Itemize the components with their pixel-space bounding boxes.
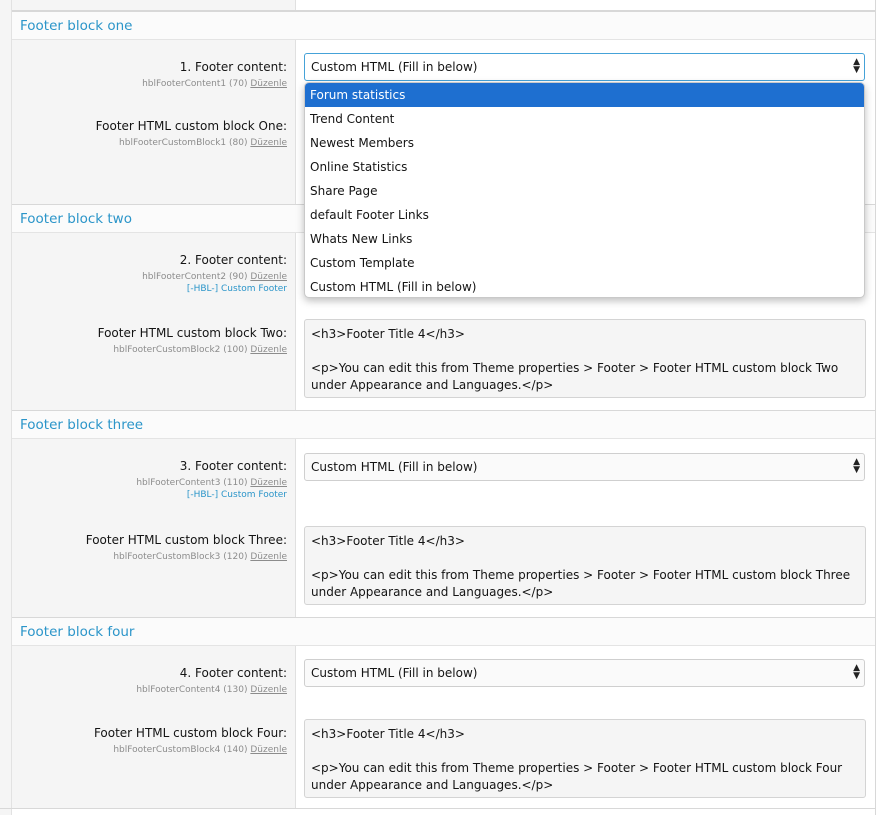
edit-link[interactable]: Düzenle bbox=[250, 552, 287, 562]
edit-link[interactable]: Düzenle bbox=[250, 138, 287, 148]
field-label: Footer HTML custom block One: bbox=[95, 119, 287, 133]
variable-name: hblFooterContent2 (90) Düzenle bbox=[142, 272, 287, 282]
footer-custom-1-label: Footer HTML custom block One: hblFooterC… bbox=[12, 119, 295, 149]
footer-content-1-label: 1. Footer content: hblFooterContent1 (70… bbox=[12, 60, 295, 90]
footer-content-4-select[interactable]: Custom HTML (Fill in below) ▲ ▼ bbox=[304, 659, 865, 687]
variable-name: hblFooterContent3 (110) Düzenle bbox=[136, 478, 287, 488]
block-header-three: Footer block three bbox=[12, 410, 875, 439]
edit-link[interactable]: Düzenle bbox=[250, 79, 287, 89]
block-header-one: Footer block one bbox=[12, 11, 875, 40]
variable-name: hblFooterCustomBlock1 (80) Düzenle bbox=[119, 138, 287, 148]
variable-name: hblFooterCustomBlock4 (140) Düzenle bbox=[113, 745, 287, 755]
select-arrows-icon: ▲ ▼ bbox=[853, 457, 860, 475]
footer-custom-4-label: Footer HTML custom block Four: hblFooter… bbox=[12, 726, 295, 756]
variable-name: hblFooterContent4 (130) Düzenle bbox=[136, 685, 287, 695]
template-link[interactable]: [-HBL-] Custom Footer bbox=[12, 489, 287, 501]
dropdown-option[interactable]: Whats New Links bbox=[305, 227, 864, 251]
select-arrows-icon: ▲ ▼ bbox=[853, 663, 860, 681]
select-arrows-icon: ▲ ▼ bbox=[853, 57, 860, 75]
footer-content-2-label: 2. Footer content: hblFooterContent2 (90… bbox=[12, 253, 295, 295]
block-title: Footer block four bbox=[20, 624, 135, 640]
block-body-four: 4. Footer content: hblFooterContent4 (13… bbox=[12, 646, 875, 808]
select-value: Custom HTML (Fill in below) bbox=[311, 60, 478, 74]
edit-link[interactable]: Düzenle bbox=[250, 685, 287, 695]
block-title: Footer block two bbox=[20, 211, 132, 227]
field-label: Footer HTML custom block Three: bbox=[85, 533, 287, 547]
dropdown-option[interactable]: Custom Template bbox=[305, 251, 864, 275]
dropdown-option[interactable]: Newest Members bbox=[305, 131, 864, 155]
field-label: Footer HTML custom block Two: bbox=[97, 326, 287, 340]
field-label: 1. Footer content: bbox=[179, 60, 287, 74]
dropdown-option[interactable]: Custom HTML (Fill in below) bbox=[305, 275, 864, 297]
footer-custom-2-textarea[interactable]: <h3>Footer Title 4</h3> <p>You can edit … bbox=[304, 319, 866, 398]
edit-link[interactable]: Düzenle bbox=[250, 745, 287, 755]
block-header-four: Footer block four bbox=[12, 617, 875, 646]
dropdown-option[interactable]: default Footer Links bbox=[305, 203, 864, 227]
field-label: 3. Footer content: bbox=[179, 459, 287, 473]
field-label: 2. Footer content: bbox=[179, 253, 287, 267]
dropdown-option[interactable]: Forum statistics bbox=[305, 83, 864, 107]
block-body-three: 3. Footer content: hblFooterContent3 (11… bbox=[12, 439, 875, 617]
page-margin bbox=[876, 0, 885, 815]
footer-custom-3-textarea[interactable]: <h3>Footer Title 4</h3> <p>You can edit … bbox=[304, 526, 866, 605]
select-value: Custom HTML (Fill in below) bbox=[311, 666, 478, 680]
dropdown-option[interactable]: Trend Content bbox=[305, 107, 864, 131]
footer-custom-4-textarea[interactable]: <h3>Footer Title 4</h3> <p>You can edit … bbox=[304, 719, 866, 798]
variable-name: hblFooterCustomBlock2 (100) Düzenle bbox=[113, 345, 287, 355]
field-label: Footer HTML custom block Four: bbox=[93, 726, 287, 740]
footer-content-1-select[interactable]: Custom HTML (Fill in below) ▲ ▼ bbox=[304, 53, 865, 81]
variable-name: hblFooterCustomBlock3 (120) Düzenle bbox=[113, 552, 287, 562]
select-value: Custom HTML (Fill in below) bbox=[311, 460, 478, 474]
edit-link[interactable]: Düzenle bbox=[250, 272, 287, 282]
edit-link[interactable]: Düzenle bbox=[250, 478, 287, 488]
variable-name: hblFooterContent1 (70) Düzenle bbox=[142, 79, 287, 89]
left-edge bbox=[0, 0, 12, 815]
footer-content-1-dropdown[interactable]: Forum statistics Trend Content Newest Me… bbox=[304, 82, 865, 298]
dropdown-option[interactable]: Share Page bbox=[305, 179, 864, 203]
footer-custom-2-label: Footer HTML custom block Two: hblFooterC… bbox=[12, 326, 295, 356]
field-label: 4. Footer content: bbox=[179, 666, 287, 680]
footer-content-3-select[interactable]: Custom HTML (Fill in below) ▲ ▼ bbox=[304, 453, 865, 481]
bottom-divider bbox=[0, 808, 875, 809]
footer-content-4-label: 4. Footer content: hblFooterContent4 (13… bbox=[12, 666, 295, 696]
edit-link[interactable]: Düzenle bbox=[250, 345, 287, 355]
footer-custom-3-label: Footer HTML custom block Three: hblFoote… bbox=[12, 533, 295, 563]
previous-row-fragment bbox=[0, 0, 875, 11]
dropdown-option[interactable]: Online Statistics bbox=[305, 155, 864, 179]
block-title: Footer block one bbox=[20, 18, 133, 34]
block-title: Footer block three bbox=[20, 417, 144, 433]
footer-content-3-label: 3. Footer content: hblFooterContent3 (11… bbox=[12, 459, 295, 501]
template-link[interactable]: [-HBL-] Custom Footer bbox=[12, 283, 287, 295]
